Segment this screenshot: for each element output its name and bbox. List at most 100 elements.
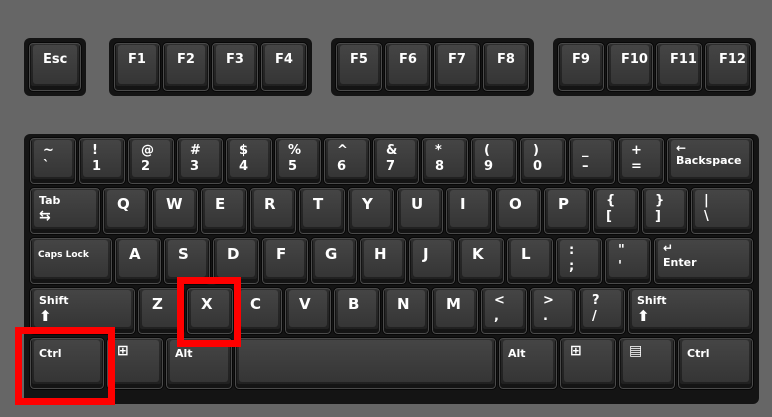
key-w[interactable]: W [151,187,199,235]
key-top-label: } [655,193,665,208]
highlight-box-ctrl [15,327,115,405]
key-enter[interactable]: ↵ Enter [653,237,754,285]
key-3[interactable]: #3 [176,137,224,185]
key-tab[interactable]: Tab ⇆ [29,187,101,235]
key-slash[interactable]: ? / [578,287,626,335]
key-h[interactable]: H [359,237,407,285]
key-label: R [264,195,276,213]
key-label: Shift [637,294,667,307]
key-t[interactable]: T [298,187,346,235]
key-esc[interactable]: Esc [28,42,82,92]
key-equals[interactable]: + = [617,137,665,185]
key-label: F4 [275,52,293,67]
key-label: N [397,295,410,313]
key-right-alt[interactable]: Alt [498,337,558,390]
key-q[interactable]: Q [102,187,150,235]
key-bottom-label: 1 [92,159,102,174]
shift-arrow-icon: ⬆ [39,307,52,325]
key-2[interactable]: @2 [127,137,175,185]
key-label: C [250,295,262,313]
key-f3[interactable]: F3 [211,42,259,92]
key-right-ctrl[interactable]: Ctrl [677,337,754,390]
key-bottom-label: . [543,309,548,324]
key-right-shift[interactable]: Shift ⬆ [627,287,754,335]
key-e[interactable]: E [200,187,248,235]
key-f[interactable]: F [261,237,309,285]
key-quote[interactable]: " ' [604,237,652,285]
key-l[interactable]: L [506,237,554,285]
key-top-label: ^ [337,143,348,158]
key-backtick[interactable]: ~ ` [29,137,77,185]
key-backslash[interactable]: | \ [690,187,754,235]
key-k[interactable]: K [457,237,505,285]
key-f10[interactable]: F10 [606,42,654,92]
key-j[interactable]: J [408,237,456,285]
key-label: F7 [448,52,466,67]
key-bottom-label: 0 [533,159,543,174]
key-m[interactable]: M [431,287,479,335]
key-caps-lock[interactable]: Caps Lock [29,237,113,285]
key-bottom-label: ; [569,259,575,274]
key-f12[interactable]: F12 [704,42,752,92]
key-f8[interactable]: F8 [482,42,530,92]
key-bottom-label: 2 [141,159,151,174]
key-label: G [325,245,338,263]
key-7[interactable]: & 7 [372,137,420,185]
key-top-label: * [435,143,442,158]
key-a[interactable]: A [114,237,162,285]
key-b[interactable]: B [333,287,381,335]
key-i[interactable]: I [445,187,493,235]
key-label: S [178,245,189,263]
key-label: Esc [43,52,68,67]
key-f1[interactable]: F1 [113,42,161,92]
key-comma[interactable]: <, [480,287,528,335]
key-u[interactable]: U [396,187,444,235]
key-bottom-label: 3 [190,159,200,174]
key-0[interactable]: ) 0 [519,137,567,185]
key-v[interactable]: V [284,287,332,335]
key-g[interactable]: G [310,237,358,285]
key-n[interactable]: N [382,287,430,335]
key-f7[interactable]: F7 [433,42,481,92]
key-label: Q [117,195,130,213]
key-period[interactable]: >. [529,287,577,335]
key-label: Backspace [676,154,742,167]
key-6[interactable]: ^ 6 [323,137,371,185]
key-bottom-label: 4 [239,159,249,174]
key-9[interactable]: (9 [470,137,518,185]
key-o[interactable]: O [494,187,542,235]
key-right-windows[interactable]: ⊞ [559,337,617,390]
key-f6[interactable]: F6 [384,42,432,92]
key-4[interactable]: $4 [225,137,273,185]
key-f5[interactable]: F5 [335,42,383,92]
key-r[interactable]: R [249,187,297,235]
key-bottom-label: 9 [484,159,494,174]
key-label: Caps Lock [38,250,89,260]
key-f2[interactable]: F2 [162,42,210,92]
key-bottom-label: ' [618,259,622,274]
key-label: D [227,245,240,263]
key-label: U [411,195,424,213]
key-f11[interactable]: F11 [655,42,703,92]
key-8[interactable]: * 8 [421,137,469,185]
key-bottom-label: = [631,159,642,174]
key-left-bracket[interactable]: {[ [592,187,640,235]
key-p[interactable]: P [543,187,591,235]
tab-arrows-icon: ⇆ [39,208,51,224]
key-menu[interactable]: ▤ [618,337,676,390]
key-backspace[interactable]: ← Backspace [666,137,754,185]
key-semicolon[interactable]: :; [555,237,603,285]
key-y[interactable]: Y [347,187,395,235]
key-space[interactable] [234,337,497,390]
key-f9[interactable]: F9 [557,42,605,92]
key-1[interactable]: ! 1 [78,137,126,185]
key-f4[interactable]: F4 [260,42,308,92]
key-label: Alt [175,347,193,360]
key-label: W [166,195,183,213]
key-minus[interactable]: _ – [568,137,616,185]
key-label: T [313,195,324,213]
key-label: Ctrl [687,347,710,360]
key-right-bracket[interactable]: }] [641,187,689,235]
key-5[interactable]: % 5 [274,137,322,185]
key-c[interactable]: C [235,287,283,335]
